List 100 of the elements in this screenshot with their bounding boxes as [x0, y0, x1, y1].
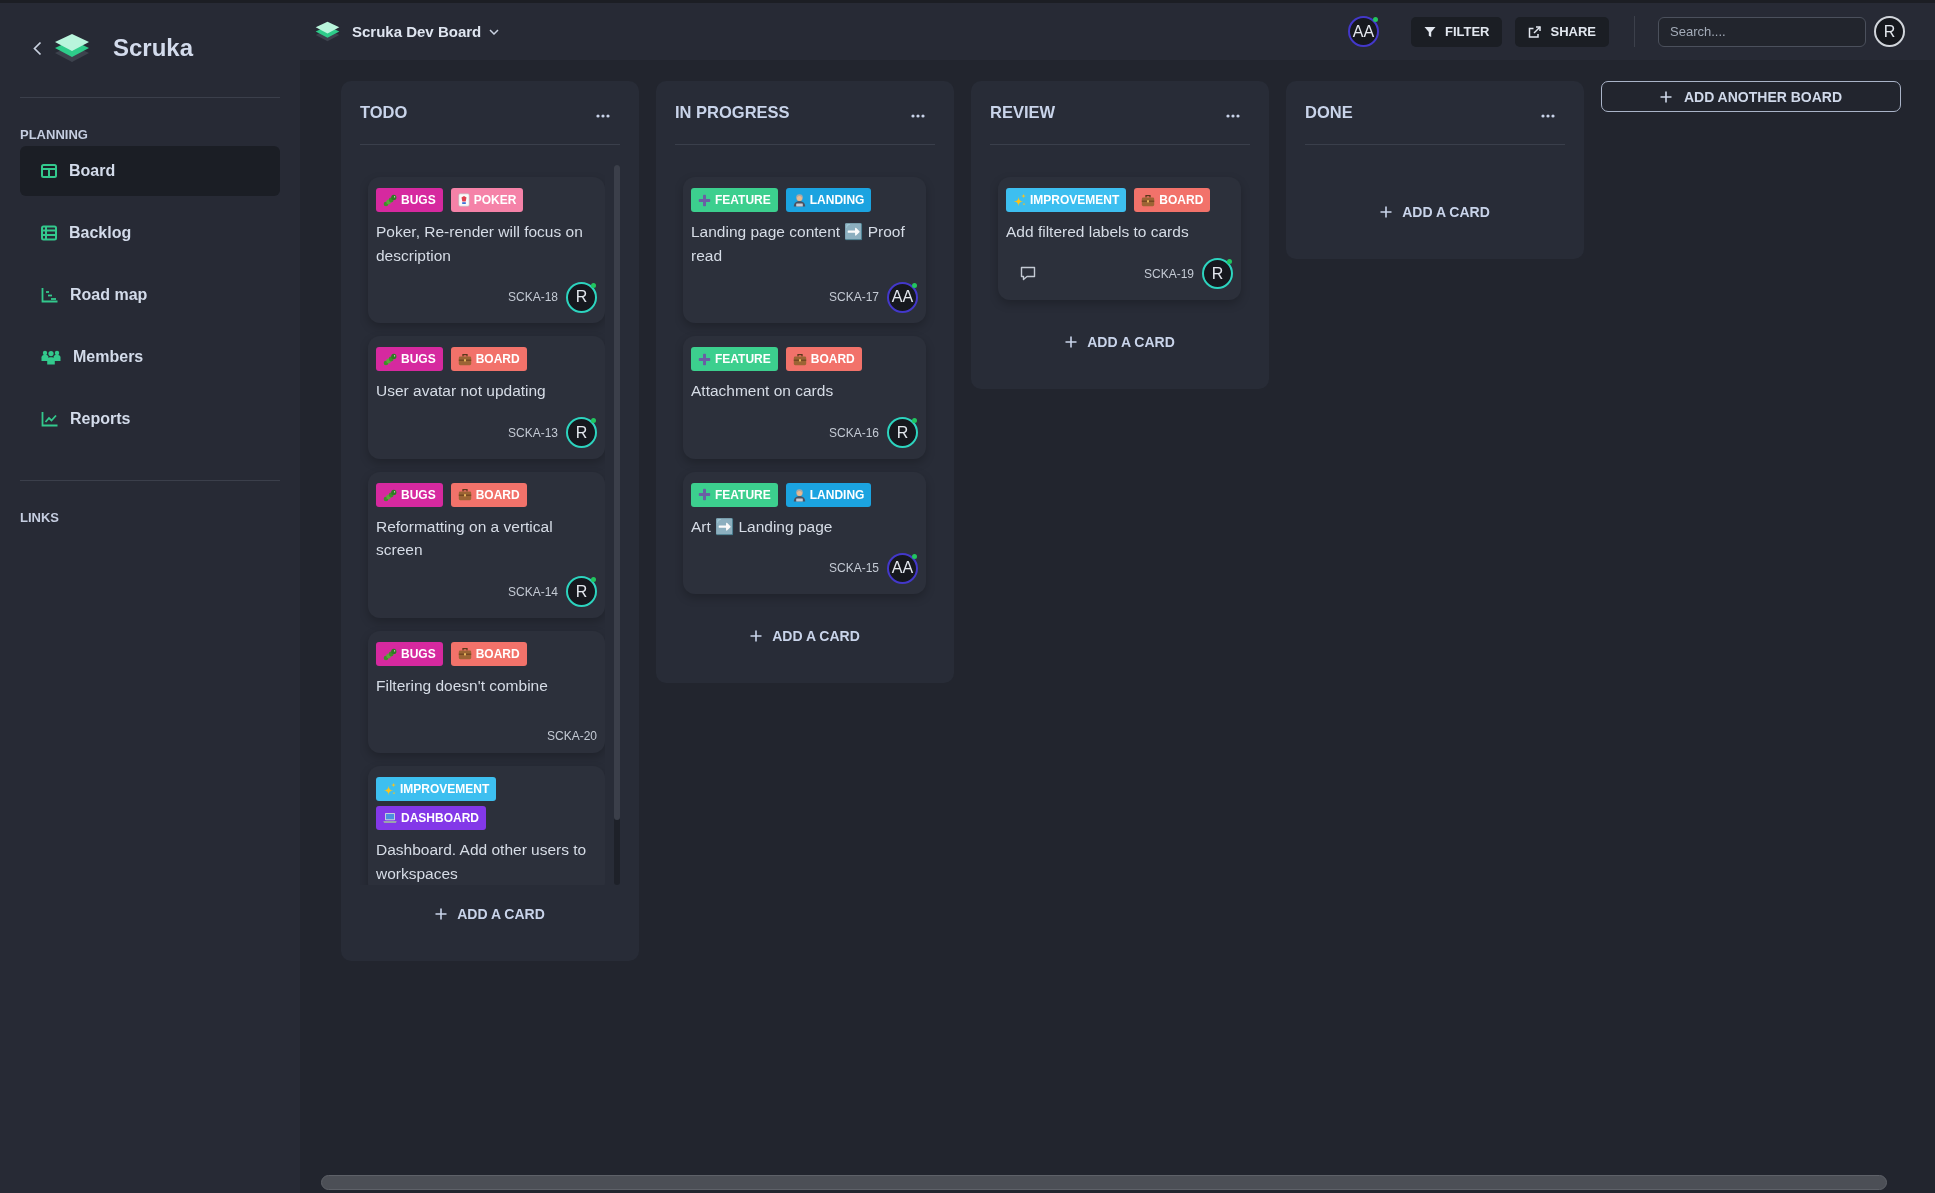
column-title: TODO	[360, 102, 408, 122]
filter-icon	[1423, 25, 1436, 38]
avatar[interactable]: R	[1874, 16, 1905, 47]
card-title: Art ➡ Landing page	[691, 516, 834, 537]
nav-item[interactable]: Reports	[20, 394, 280, 444]
nav-item[interactable]: Backlog	[20, 208, 280, 258]
share-button[interactable]: SHARE	[1515, 16, 1609, 47]
avatar: R	[566, 417, 597, 448]
issue-key: SCKA-15	[828, 561, 879, 575]
card-title: Filtering doesn't combine	[376, 675, 549, 696]
more-icon[interactable]	[1541, 114, 1555, 118]
add-card-button[interactable]: ADD A CARD	[1305, 192, 1565, 232]
task-card[interactable]: FEATURE LANDING Landing page content ➡ Proof read SCKA-17 AA	[683, 177, 926, 323]
share-icon	[1528, 25, 1542, 38]
task-card[interactable]: BUGS BOARD User avatar not updating SCKA-13 R	[368, 336, 605, 459]
list-icon	[41, 225, 57, 241]
label-text: IMPROVEMENT	[400, 782, 490, 796]
add-card-button[interactable]: ADD A CARD	[990, 321, 1250, 362]
briefcase-icon	[457, 352, 472, 366]
avatar: AA	[887, 281, 918, 313]
label-text: FEATURE	[715, 352, 771, 366]
person-icon	[792, 487, 806, 502]
column-title: REVIEW	[990, 102, 1056, 122]
search-field[interactable]: Search....	[1658, 16, 1866, 47]
horizontal-scrollbar[interactable]	[321, 1175, 1887, 1190]
label-text: FEATURE	[715, 193, 771, 207]
more-icon[interactable]	[911, 114, 925, 118]
label-text: LANDING	[809, 487, 865, 502]
plus-icon	[1065, 335, 1078, 348]
sparkles-icon	[383, 782, 396, 796]
more-icon[interactable]	[1226, 114, 1240, 118]
bug-icon	[383, 352, 397, 366]
avatar: R	[566, 576, 597, 607]
task-card[interactable]: FEATURE LANDING Art ➡ Landing page SCKA-15 AA	[683, 471, 926, 594]
layers-icon	[54, 33, 90, 63]
back-icon[interactable]	[33, 40, 42, 56]
filter-button[interactable]: FILTER	[1410, 16, 1503, 47]
more-icon[interactable]	[596, 114, 610, 118]
card-title: Reformatting on a vertical screen	[376, 516, 554, 560]
plus-icon	[435, 908, 448, 920]
section-heading: LINKS	[20, 510, 59, 525]
avatar: R	[566, 281, 597, 313]
avatar[interactable]: AA	[1347, 16, 1379, 47]
step-chart-icon	[41, 287, 58, 303]
label-text: DASHBOARD	[401, 811, 479, 825]
board-switcher[interactable]: Scruka Dev Board	[352, 23, 500, 40]
task-card[interactable]: BUGS BOARD Reformatting on a vertical screen SCKA-14 R	[368, 471, 605, 618]
task-card[interactable]: IMPROVEMENT DASHBOARD Dashboard. Add other users to workspaces	[368, 766, 605, 885]
card-title: Landing page content ➡ Proof read	[691, 222, 906, 266]
add-card-button[interactable]: ADD A CARD	[675, 616, 935, 656]
chevron-down-icon	[489, 28, 500, 35]
label-text: BUGS	[401, 193, 436, 207]
task-card[interactable]: IMPROVEMENT BOARD Add filtered labels to cards SCKA-19 R	[998, 177, 1241, 300]
card-title: Add filtered labels to cards	[1006, 222, 1190, 242]
app-name: Scruka	[113, 34, 194, 62]
plus-icon	[698, 488, 711, 501]
issue-key: SCKA-19	[1143, 266, 1194, 281]
columns-icon	[41, 163, 57, 179]
bug-icon	[383, 487, 397, 502]
briefcase-icon	[792, 352, 807, 366]
label-text: POKER	[473, 193, 517, 207]
issue-key: SCKA-17	[828, 290, 879, 304]
task-card[interactable]: FEATURE BOARD Attachment on cards SCKA-16 R	[683, 336, 926, 459]
vertical-scrollbar[interactable]	[614, 165, 620, 885]
label-text: BOARD	[1159, 193, 1204, 207]
label-text: BUGS	[401, 646, 436, 661]
issue-key: SCKA-14	[507, 584, 558, 599]
add-card-button[interactable]: ADD A CARD	[360, 894, 620, 934]
task-card[interactable]: BUGS POKER Poker, Re-render will focus on description SCKA-18 R	[368, 177, 605, 323]
briefcase-icon	[457, 488, 472, 501]
issue-key: SCKA-13	[507, 425, 558, 440]
task-card[interactable]: BUGS BOARD Filtering doesn't combine SCKA-20	[368, 630, 605, 753]
section-heading: PLANNING	[20, 127, 88, 142]
add-board-button[interactable]: ADD ANOTHER BOARD	[1601, 81, 1901, 112]
nav-item[interactable]: Road map	[20, 270, 280, 320]
label-text: LANDING	[809, 193, 865, 207]
issue-key: SCKA-18	[507, 290, 558, 304]
label-text: BUGS	[401, 487, 436, 502]
sparkles-icon	[1013, 193, 1026, 207]
label-text: BOARD	[810, 352, 855, 366]
label-text: BUGS	[401, 352, 436, 366]
briefcase-icon	[457, 647, 472, 660]
plus-icon	[1659, 90, 1672, 103]
label-text: BOARD	[475, 352, 520, 366]
card-title: Dashboard. Add other users to workspaces	[376, 840, 588, 884]
label-text: BOARD	[475, 487, 520, 502]
card-title: Attachment on cards	[691, 381, 835, 401]
person-icon	[792, 193, 806, 207]
avatar: AA	[887, 552, 918, 584]
column-title: DONE	[1305, 102, 1353, 122]
plus-icon	[698, 193, 711, 207]
label-text: IMPROVEMENT	[1030, 193, 1120, 207]
plus-icon	[698, 352, 711, 366]
plus-icon	[750, 630, 763, 642]
card-title: Poker, Re-render will focus on description	[376, 222, 584, 266]
avatar: R	[1202, 258, 1233, 289]
plus-icon	[1380, 206, 1393, 218]
nav-item[interactable]: Board	[20, 146, 280, 196]
nav-item[interactable]: Members	[20, 332, 280, 382]
line-chart-icon	[41, 411, 58, 427]
